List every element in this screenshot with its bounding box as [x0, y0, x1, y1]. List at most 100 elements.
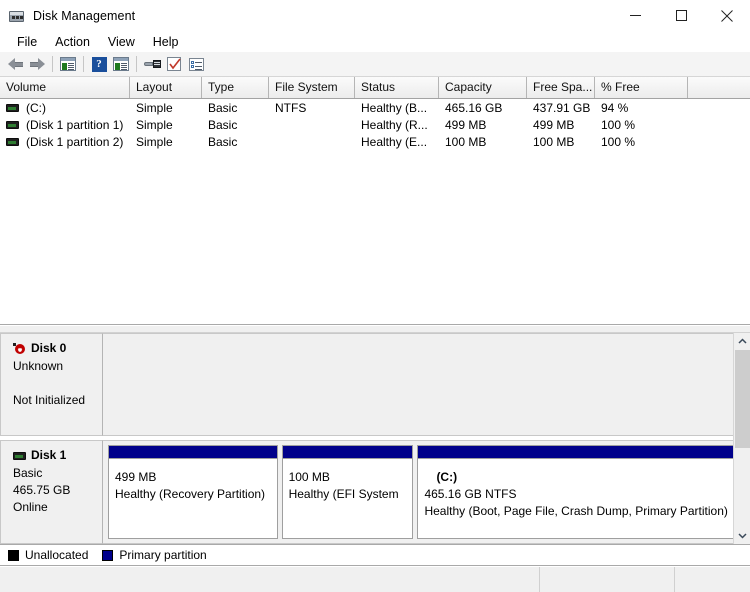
disk-0-line-1: Unknown: [13, 359, 64, 373]
disk-error-icon: [13, 343, 26, 354]
drive-icon: [6, 103, 19, 112]
cell-capacity: 499 MB: [445, 117, 487, 132]
partition-recovery-size: 499 MB: [115, 470, 157, 484]
cell-free-space: 437.91 GB: [533, 100, 591, 115]
table-row[interactable]: (Disk 1 partition 2) Simple Basic Health…: [0, 133, 750, 150]
partition-efi[interactable]: 100 MB Healthy (EFI System: [281, 445, 414, 539]
drive-icon: [6, 120, 19, 129]
partition-c-status: Healthy (Boot, Page File, Crash Dump, Pr…: [424, 504, 728, 518]
scroll-down-button[interactable]: [734, 527, 750, 544]
menu-item-view[interactable]: View: [99, 33, 144, 51]
disk-0-graphical-area[interactable]: [103, 333, 750, 436]
partition-c-label: (C:): [436, 470, 458, 484]
toolbar-separator: [136, 56, 137, 72]
partition-color-band: [418, 446, 743, 459]
graphical-view-scrollbar[interactable]: [733, 333, 750, 544]
rescan-disks-button[interactable]: [141, 54, 163, 75]
cell-layout: Simple: [136, 134, 173, 149]
disk-1-line-1: Basic: [13, 466, 43, 480]
cell-layout: Simple: [136, 100, 173, 115]
disk-row-disk-1[interactable]: Disk 1 Basic 465.75 GB Online 499 MB Hea…: [0, 440, 750, 544]
forward-button[interactable]: [26, 54, 48, 75]
column-header-layout[interactable]: Layout: [130, 77, 202, 98]
toolbar-separator: [52, 56, 53, 72]
volume-list-header: Volume Layout Type File System Status Ca…: [0, 77, 750, 99]
drive-icon: [6, 137, 19, 146]
column-header-type[interactable]: Type: [202, 77, 269, 98]
disk-icon: [13, 451, 26, 460]
cell-percent-free: 100 %: [601, 117, 636, 132]
column-header-file-system[interactable]: File System: [269, 77, 355, 98]
back-arrow-icon: [7, 57, 23, 71]
properties-icon: [167, 57, 181, 71]
partition-recovery-status: Healthy (Recovery Partition): [115, 487, 266, 501]
cell-type: Basic: [208, 117, 238, 132]
graphical-view-pane: Disk 0 Unknown Not Initialized Disk 1 Ba…: [0, 333, 750, 544]
scroll-up-button[interactable]: [734, 333, 750, 350]
volume-list-pane: Volume Layout Type File System Status Ca…: [0, 77, 750, 325]
menu-item-help[interactable]: Help: [144, 33, 188, 51]
minimize-button[interactable]: [612, 0, 658, 31]
disk-1-line-3: Online: [13, 500, 48, 514]
toolbar-separator: [83, 56, 84, 72]
help-button[interactable]: ?: [88, 54, 110, 75]
help-icon: ?: [91, 56, 107, 72]
partition-color-band: [109, 446, 277, 459]
forward-arrow-icon: [29, 57, 45, 71]
cell-percent-free: 100 %: [601, 134, 636, 149]
column-header-filler[interactable]: [688, 77, 750, 98]
disk-1-line-2: 465.75 GB: [13, 483, 71, 497]
rescan-disks-icon: [143, 58, 161, 71]
pane-splitter[interactable]: [0, 325, 750, 333]
disk-0-name: Disk 0: [31, 341, 67, 355]
table-row[interactable]: (C:) Simple Basic NTFS Healthy (B... 465…: [0, 99, 750, 116]
list-view-icon: [188, 57, 204, 71]
partition-recovery[interactable]: 499 MB Healthy (Recovery Partition): [108, 445, 278, 539]
column-header-free-space[interactable]: Free Spa...: [527, 77, 595, 98]
disk-info-disk-1[interactable]: Disk 1 Basic 465.75 GB Online: [0, 440, 103, 544]
partition-c-size: 465.16 GB NTFS: [424, 487, 517, 501]
cell-percent-free: 94 %: [601, 100, 629, 115]
show-hide-console-tree-button[interactable]: [57, 54, 79, 75]
cell-volume-label: (Disk 1 partition 1): [26, 117, 124, 132]
disk-row-disk-0[interactable]: Disk 0 Unknown Not Initialized: [0, 333, 750, 436]
list-view-button[interactable]: [185, 54, 207, 75]
partition-bar: 499 MB Healthy (Recovery Partition) 100 …: [108, 445, 744, 539]
cell-volume: (Disk 1 partition 1): [0, 118, 130, 132]
column-header-status[interactable]: Status: [355, 77, 439, 98]
cell-volume: (C:): [0, 101, 130, 115]
cell-status: Healthy (E...: [361, 134, 428, 149]
legend-swatch-unallocated: [8, 549, 19, 561]
column-header-percent-free[interactable]: % Free: [595, 77, 688, 98]
disk-0-title: Disk 0: [13, 340, 102, 357]
menu-bar: File Action View Help: [0, 31, 750, 52]
cell-free-space: 499 MB: [533, 117, 575, 132]
close-button[interactable]: [704, 0, 750, 31]
status-bar-segment-3: [675, 567, 750, 592]
disk-1-graphical-area: 499 MB Healthy (Recovery Partition) 100 …: [103, 440, 750, 544]
show-hide-action-pane-button[interactable]: [110, 54, 132, 75]
title-bar: Disk Management: [0, 0, 750, 31]
show-hide-action-pane-icon: [113, 57, 129, 71]
cell-capacity: 100 MB: [445, 134, 487, 149]
cell-status: Healthy (R...: [361, 117, 428, 132]
menu-item-file[interactable]: File: [8, 33, 46, 51]
properties-button[interactable]: [163, 54, 185, 75]
disk-management-icon: [9, 8, 25, 24]
menu-item-action[interactable]: Action: [46, 33, 99, 51]
scrollbar-thumb[interactable]: [735, 350, 750, 448]
column-header-volume[interactable]: Volume: [0, 77, 130, 98]
legend-swatch-primary-partition: [102, 549, 114, 561]
partition-color-band: [282, 446, 413, 459]
disk-info-disk-0[interactable]: Disk 0 Unknown Not Initialized: [0, 333, 103, 436]
back-button[interactable]: [4, 54, 26, 75]
partition-c[interactable]: (C:) 465.16 GB NTFS Healthy (Boot, Page …: [417, 445, 744, 539]
legend-label-unallocated: Unallocated: [25, 548, 89, 562]
cell-volume: (Disk 1 partition 2): [0, 135, 130, 149]
table-row[interactable]: (Disk 1 partition 1) Simple Basic Health…: [0, 116, 750, 133]
legend-item-primary-partition: Primary partition: [102, 548, 207, 562]
column-header-capacity[interactable]: Capacity: [439, 77, 527, 98]
maximize-button[interactable]: [658, 0, 704, 31]
cell-volume-label: (C:): [26, 100, 46, 115]
toolbar: ?: [0, 52, 750, 77]
